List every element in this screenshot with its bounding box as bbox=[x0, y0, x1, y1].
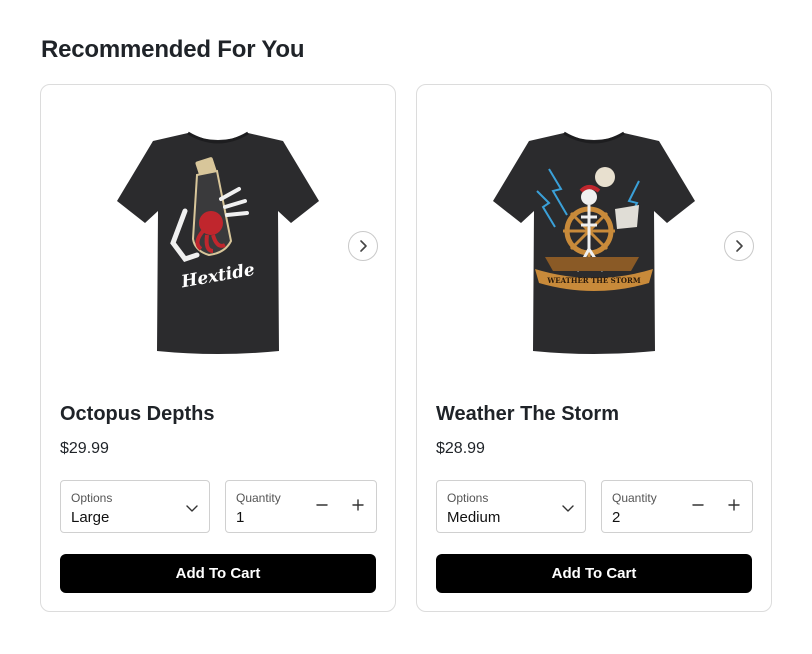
product-price: $29.99 bbox=[60, 440, 109, 457]
add-to-cart-button[interactable]: Add To Cart bbox=[436, 554, 752, 593]
quantity-value[interactable]: 1 bbox=[236, 509, 244, 526]
options-value: Large bbox=[71, 509, 110, 526]
chevron-right-icon bbox=[736, 240, 743, 252]
product-image[interactable]: Hextide bbox=[113, 131, 323, 355]
chevron-right-icon bbox=[360, 240, 367, 252]
plus-icon[interactable] bbox=[727, 498, 741, 512]
quantity-label: Quantity bbox=[236, 491, 281, 505]
chevron-down-icon bbox=[186, 505, 198, 512]
options-value: Medium bbox=[447, 509, 501, 526]
tshirt-graphic bbox=[493, 131, 695, 354]
next-image-button[interactable] bbox=[724, 231, 754, 261]
product-card: WEATHER THE STORM Weather The Storm $28.… bbox=[416, 84, 772, 612]
options-label: Options bbox=[447, 491, 489, 505]
quantity-value[interactable]: 2 bbox=[612, 509, 620, 526]
product-card: Hextide Octopus Depths $29.99 Options La… bbox=[40, 84, 396, 612]
product-price: $28.99 bbox=[436, 440, 485, 457]
quantity-stepper[interactable]: Quantity 1 bbox=[225, 480, 377, 533]
plus-icon[interactable] bbox=[351, 498, 365, 512]
quantity-label: Quantity bbox=[612, 491, 657, 505]
quantity-stepper[interactable]: Quantity 2 bbox=[601, 480, 753, 533]
chevron-down-icon bbox=[562, 505, 574, 512]
options-select[interactable]: Options Large bbox=[60, 480, 210, 533]
next-image-button[interactable] bbox=[348, 231, 378, 261]
image-banner-text: WEATHER THE STORM bbox=[546, 276, 640, 285]
product-image[interactable]: WEATHER THE STORM bbox=[489, 131, 699, 355]
options-select[interactable]: Options Medium bbox=[436, 480, 586, 533]
section-title: Recommended For You bbox=[41, 36, 305, 63]
product-name[interactable]: Weather The Storm bbox=[436, 403, 619, 426]
minus-icon[interactable] bbox=[315, 498, 329, 512]
add-to-cart-button[interactable]: Add To Cart bbox=[60, 554, 376, 593]
options-label: Options bbox=[71, 491, 113, 505]
minus-icon[interactable] bbox=[691, 498, 705, 512]
product-name[interactable]: Octopus Depths bbox=[60, 403, 214, 426]
